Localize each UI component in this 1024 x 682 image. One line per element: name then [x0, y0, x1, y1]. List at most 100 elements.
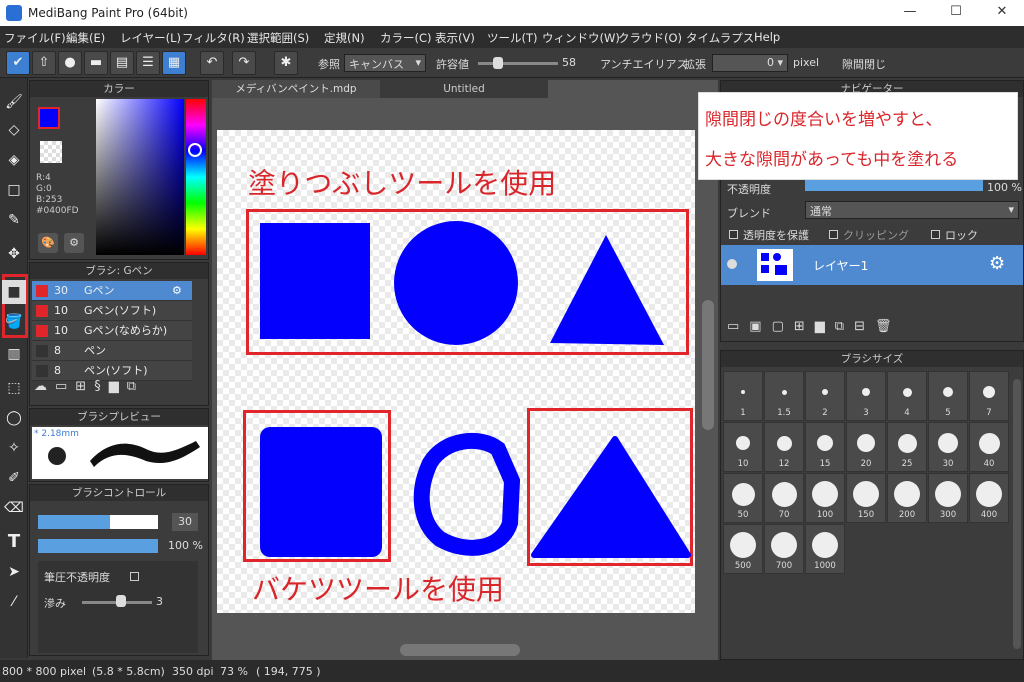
menu-filter[interactable]: フィルタ(R) — [182, 30, 245, 46]
layer-opacity-bar[interactable] — [805, 179, 983, 191]
folder-icon[interactable]: ▆ — [109, 379, 127, 394]
brush-tool-icon[interactable]: 🖌 — [2, 90, 26, 114]
grid-list-icon[interactable]: ▦ — [162, 51, 186, 75]
duplicate-icon[interactable]: ⧉ — [127, 379, 144, 394]
brush-size-cell[interactable]: 7 — [969, 371, 1009, 421]
brush-size-cell[interactable]: 3 — [846, 371, 886, 421]
bucket-tool-icon[interactable]: 🪣 — [2, 310, 26, 334]
brush-size-cell[interactable]: 15 — [805, 422, 845, 472]
brush-size-bar[interactable] — [38, 515, 158, 529]
cloud-brush-icon[interactable]: ☁ — [34, 379, 55, 394]
brush-size-cell[interactable]: 1.5 — [764, 371, 804, 421]
list-icon[interactable]: ☰ — [136, 51, 160, 75]
layer-visibility-icon[interactable] — [727, 259, 737, 269]
new-1bit-layer-icon[interactable]: ▢ — [772, 319, 794, 334]
brush-size-cell[interactable]: 300 — [928, 473, 968, 523]
document-icon[interactable]: ▤ — [110, 51, 134, 75]
layer-settings-icon[interactable]: ⚙ — [989, 253, 1005, 274]
select-pen-icon[interactable]: ✐ — [2, 466, 26, 490]
dot-eraser-icon[interactable]: ◈ — [2, 148, 26, 172]
eraser-tool-icon[interactable]: ◇ — [2, 118, 26, 142]
brush-list-item[interactable]: 10 Gペン(ソフト) — [32, 301, 192, 321]
add-layer-menu-icon[interactable]: ⊞ — [794, 319, 815, 334]
brush-size-cell[interactable]: 700 — [764, 524, 804, 574]
lock-checkbox[interactable] — [931, 229, 940, 242]
color-saturation-field[interactable] — [96, 99, 184, 255]
tab-mdp[interactable]: メディバンペイント.mdp — [212, 80, 380, 98]
brush-size-cell[interactable]: 100 — [805, 473, 845, 523]
palette-icon[interactable]: 🎨 — [38, 233, 58, 253]
duplicate-layer-icon[interactable]: ⧉ — [835, 319, 854, 334]
brush-size-cell[interactable]: 4 — [887, 371, 927, 421]
magic-wand-icon[interactable]: ✧ — [2, 436, 26, 460]
menu-file[interactable]: ファイル(F) — [4, 30, 66, 46]
menu-help[interactable]: Help — [754, 30, 780, 44]
hue-strip[interactable] — [186, 99, 206, 255]
tab-untitled[interactable]: Untitled — [380, 80, 548, 98]
foreground-color-swatch[interactable] — [38, 107, 60, 129]
maximize-button[interactable]: ☐ — [946, 4, 966, 22]
select-eraser-icon[interactable]: ⌫ — [2, 496, 26, 520]
brush-size-cell[interactable]: 25 — [887, 422, 927, 472]
menu-selection[interactable]: 選択範囲(S) — [247, 30, 309, 46]
brush-size-cell[interactable]: 12 — [764, 422, 804, 472]
eyedropper-tool-icon[interactable]: ⁄ — [2, 590, 26, 614]
brush-size-cell[interactable]: 500 — [723, 524, 763, 574]
brush-size-cell[interactable]: 1000 — [805, 524, 845, 574]
brush-size-cell[interactable]: 40 — [969, 422, 1009, 472]
redo-icon[interactable]: ↷ — [232, 51, 256, 75]
minimize-button[interactable]: — — [900, 4, 920, 22]
vertical-scrollbar[interactable] — [702, 300, 714, 430]
gradient-tool-icon[interactable]: ▥ — [2, 342, 26, 366]
message-icon[interactable]: ▬ — [84, 51, 108, 75]
close-button[interactable]: ✕ — [992, 4, 1012, 22]
protect-alpha-checkbox[interactable] — [729, 229, 738, 242]
operation-tool-icon[interactable]: ➤ — [2, 560, 26, 584]
new-layer-icon[interactable]: ▭ — [727, 319, 749, 334]
expand-input[interactable]: 0 ▾ — [712, 54, 788, 72]
rectangle-tool-icon[interactable]: □ — [2, 178, 26, 202]
brush-opacity-bar[interactable] — [38, 539, 158, 553]
brush-list-item[interactable]: 30 Gペン ⚙ — [32, 281, 192, 301]
hue-marker[interactable] — [188, 143, 202, 157]
brush-list-item[interactable]: 8 ペン — [32, 341, 192, 361]
brush-size-cell[interactable]: 150 — [846, 473, 886, 523]
brush-size-cell[interactable]: 1 — [723, 371, 763, 421]
brush-size-cell[interactable]: 10 — [723, 422, 763, 472]
brush-size-value[interactable]: 30 — [172, 513, 198, 531]
brush-size-cell[interactable]: 400 — [969, 473, 1009, 523]
palette-settings-icon[interactable]: ⚙ — [64, 233, 84, 253]
brush-size-cell[interactable]: 2 — [805, 371, 845, 421]
layer-row[interactable]: レイヤー1 ⚙ — [721, 245, 1023, 285]
brush-size-cell[interactable]: 200 — [887, 473, 927, 523]
brush-size-cell[interactable]: 5 — [928, 371, 968, 421]
transparent-color-swatch[interactable] — [40, 141, 62, 163]
add-brush-icon[interactable]: ⊞ — [75, 379, 94, 394]
menu-timelapse[interactable]: タイムラプス — [686, 30, 754, 46]
text-tool-icon[interactable]: T — [2, 530, 26, 554]
pen-tool-icon[interactable]: ✎ — [2, 208, 26, 232]
brush-list-item[interactable]: 10 Gペン(なめらか) — [32, 321, 192, 341]
clipping-checkbox[interactable] — [829, 229, 838, 242]
lasso-tool-icon[interactable]: ◯ — [2, 406, 26, 430]
move-tool-icon[interactable]: ✥ — [2, 242, 26, 266]
menu-ruler[interactable]: 定規(N) — [324, 30, 365, 46]
menu-color[interactable]: カラー(C) — [380, 30, 432, 46]
brush-size-cell[interactable]: 30 — [928, 422, 968, 472]
layer-folder-icon[interactable]: ▆ — [815, 319, 835, 334]
brush-size-cell[interactable]: 70 — [764, 473, 804, 523]
brush-size-cell[interactable]: 20 — [846, 422, 886, 472]
new-8bit-layer-icon[interactable]: ▣ — [749, 319, 771, 334]
script-brush-icon[interactable]: § — [94, 379, 109, 394]
menu-window[interactable]: ウィンドウ(W) — [542, 30, 620, 46]
menu-view[interactable]: 表示(V) — [435, 30, 475, 46]
new-brush-icon[interactable]: ▭ — [55, 379, 75, 394]
undo-icon[interactable]: ↶ — [200, 51, 224, 75]
brush-size-cell[interactable]: 50 — [723, 473, 763, 523]
menu-layer[interactable]: レイヤー(L) — [120, 30, 181, 46]
blend-select[interactable]: 通常 ▾ — [805, 201, 1019, 219]
menu-edit[interactable]: 編集(E) — [66, 30, 105, 46]
fill-tool-icon[interactable]: ■ — [2, 280, 26, 304]
blur-knob[interactable] — [116, 595, 126, 607]
select-rect-icon[interactable]: ⬚ — [2, 376, 26, 400]
